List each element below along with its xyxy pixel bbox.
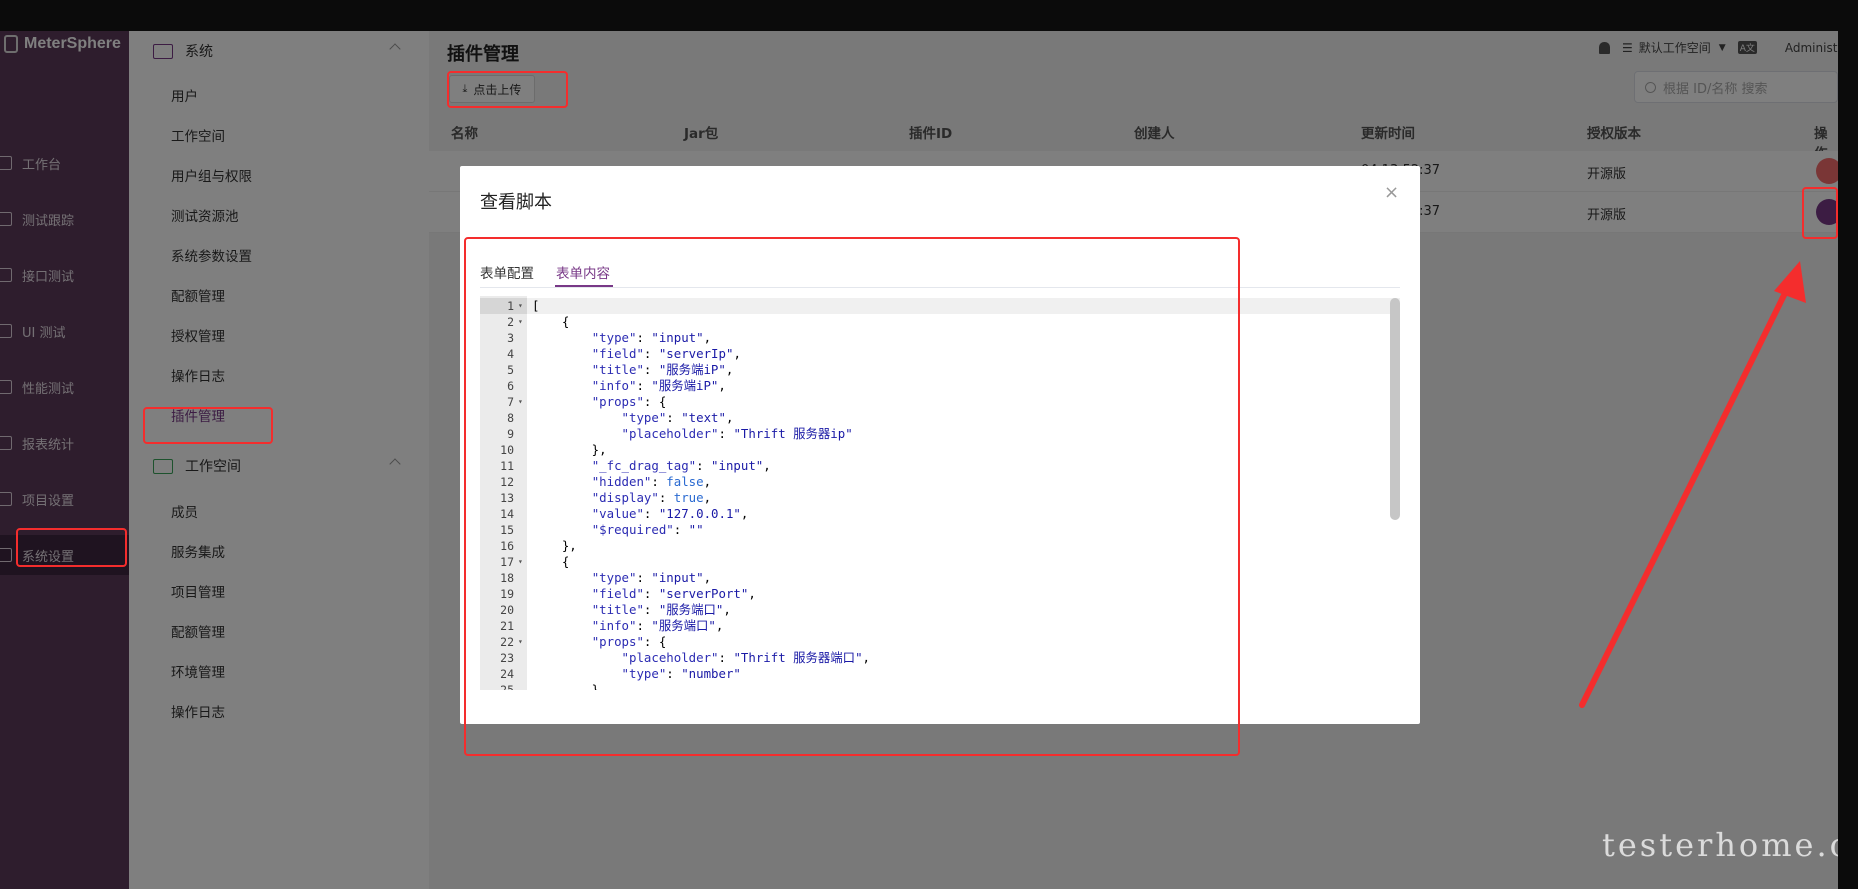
annotation-plugin-menu-box xyxy=(143,407,273,444)
watermark: testerhome.com xyxy=(1602,826,1838,864)
annotation-upload-box xyxy=(447,71,568,108)
annotation-system-settings-box xyxy=(16,528,127,567)
annotation-view-button-box xyxy=(1802,187,1838,239)
close-icon[interactable]: × xyxy=(1384,184,1399,202)
dialog-title: 查看脚本 xyxy=(480,192,552,213)
app-window: MeterSphere 工作台 测试跟踪 接口测试 UI 测试 性能测试 报表统… xyxy=(0,31,1838,889)
annotation-editor-box xyxy=(464,237,1240,756)
editor-scrollbar[interactable] xyxy=(1390,298,1400,520)
annotation-arrow-icon xyxy=(1579,261,1806,708)
